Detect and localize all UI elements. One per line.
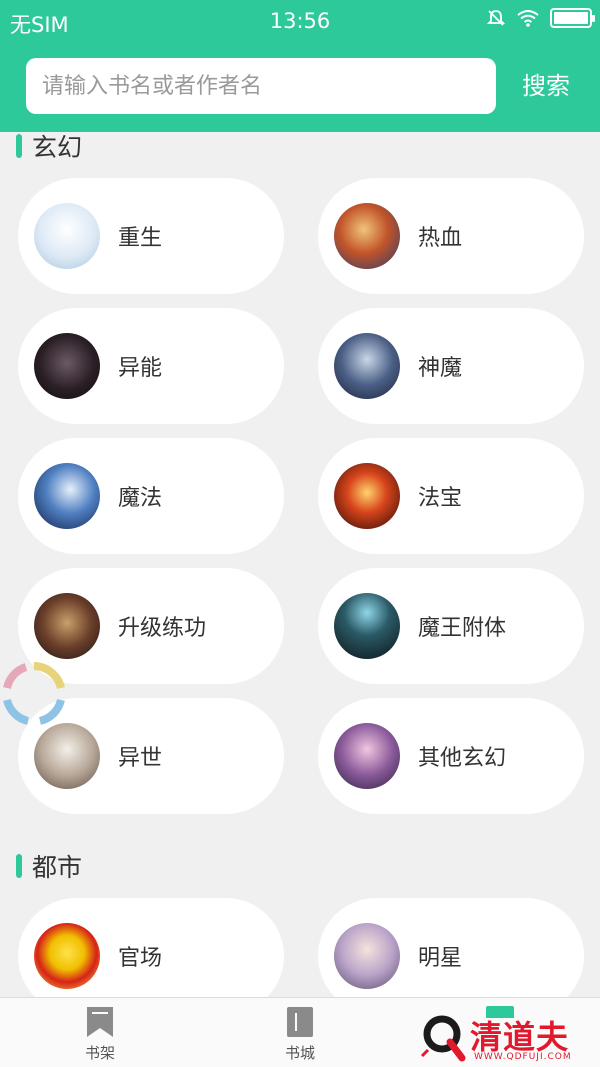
section-title-xuanhuan: 玄幻 xyxy=(16,128,82,164)
avatar-dark-hair-swordsman-icon xyxy=(334,333,400,399)
category-label: 重生 xyxy=(118,226,163,251)
section-title-dushi: 都市 xyxy=(16,848,82,884)
avatar-fire-flower-icon xyxy=(334,463,400,529)
category-card-chongsheng[interactable]: 重生 xyxy=(18,178,284,294)
category-label: 热血 xyxy=(418,226,463,251)
loading-spinner-icon xyxy=(3,662,65,725)
avatar-mage-blue-icon xyxy=(34,463,100,529)
avatar-fantasy-swordsman-icon xyxy=(334,723,400,789)
avatar-girl-white-dress-icon xyxy=(34,203,100,269)
status-bar: 无SIM 13:56 xyxy=(0,0,600,42)
avatar-demon-king-icon xyxy=(334,593,400,659)
watermark: 清道夫 WWW.QDFUJI.COM xyxy=(418,1010,598,1066)
category-card-shenmo[interactable]: 神魔 xyxy=(318,308,584,424)
category-label: 魔王附体 xyxy=(418,616,507,641)
tab-label: 书架 xyxy=(84,1044,115,1062)
section-accent-bar xyxy=(16,134,22,158)
avatar-dark-knight-icon xyxy=(34,333,100,399)
category-label: 官场 xyxy=(118,946,163,971)
status-icons xyxy=(486,8,595,28)
avatar-white-hair-hero-icon xyxy=(34,723,100,789)
category-label: 神魔 xyxy=(418,356,463,381)
category-label: 异能 xyxy=(118,356,163,381)
avatar-red-hat-icon xyxy=(34,923,100,989)
category-label: 魔法 xyxy=(118,486,163,511)
category-card-rexue[interactable]: 热血 xyxy=(318,178,584,294)
category-label: 法宝 xyxy=(418,486,463,511)
bookmark-icon xyxy=(87,1007,113,1037)
category-card-mowang[interactable]: 魔王附体 xyxy=(318,568,584,684)
category-card-fabao[interactable]: 法宝 xyxy=(318,438,584,554)
tab-bookshelf[interactable]: 书架 xyxy=(40,1006,160,1063)
book-icon xyxy=(287,1007,313,1037)
category-label: 其他玄幻 xyxy=(418,746,507,771)
category-card-mofa[interactable]: 魔法 xyxy=(18,438,284,554)
search-input[interactable] xyxy=(26,58,496,114)
wifi-icon xyxy=(517,10,539,27)
category-card-yineng[interactable]: 异能 xyxy=(18,308,284,424)
mute-bell-icon xyxy=(486,10,506,26)
battery-icon xyxy=(550,8,595,28)
category-card-qitaxuanhuan[interactable]: 其他玄幻 xyxy=(318,698,584,814)
watermark-logo-icon xyxy=(420,1015,466,1062)
search-button[interactable]: 搜索 xyxy=(505,62,587,110)
avatar-armored-warriors-icon xyxy=(34,593,100,659)
section-title-text: 都市 xyxy=(32,853,83,882)
avatar-warrior-fire-icon xyxy=(334,203,400,269)
watermark-url: WWW.QDFUJI.COM xyxy=(474,1052,572,1062)
category-label: 异世 xyxy=(118,746,163,771)
section-accent-bar xyxy=(16,854,22,878)
category-label: 升级练功 xyxy=(118,616,207,641)
category-label: 明星 xyxy=(418,946,463,971)
avatar-star-woman-icon xyxy=(334,923,400,989)
section-title-text: 玄幻 xyxy=(32,133,83,162)
tab-label: 书城 xyxy=(284,1044,315,1062)
tab-bookstore[interactable]: 书城 xyxy=(240,1006,360,1063)
